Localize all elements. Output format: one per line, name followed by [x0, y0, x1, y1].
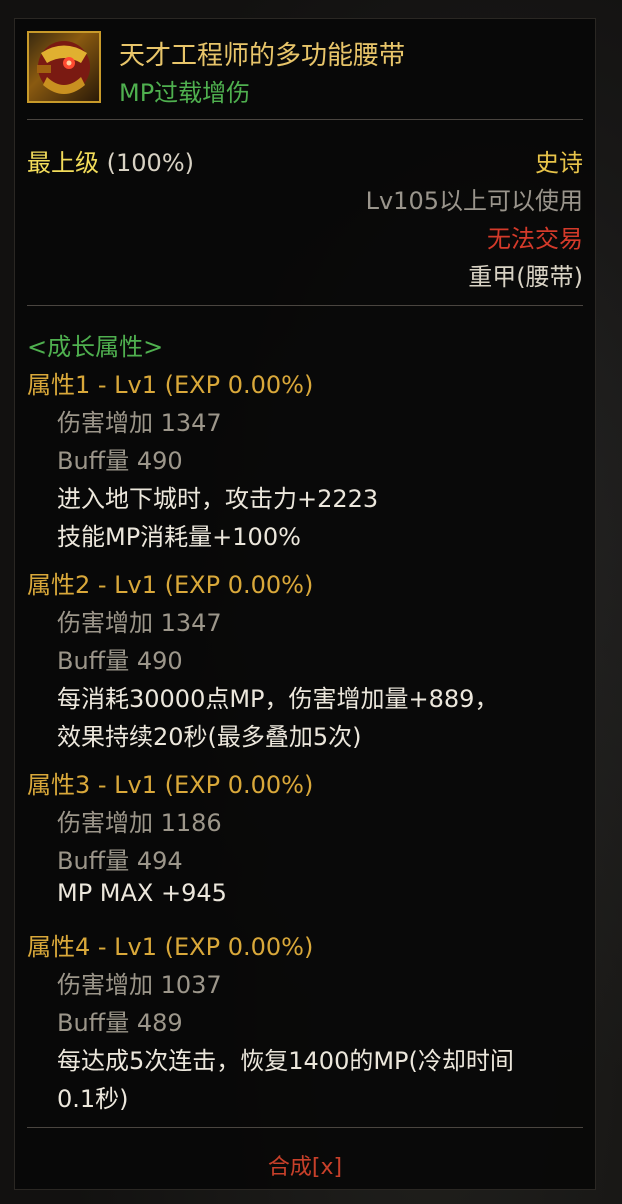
trade-restriction: 无法交易: [487, 225, 583, 253]
grade-percent: (100%): [106, 149, 194, 177]
attribute-3-damage: 伤害增加 1186: [57, 809, 222, 837]
attribute-4-damage: 伤害增加 1037: [57, 971, 222, 999]
attribute-2-header: 属性2 - Lv1 (EXP 0.00%): [27, 571, 314, 599]
attribute-1-header: 属性1 - Lv1 (EXP 0.00%): [27, 371, 314, 399]
item-tooltip: 天才工程师的多功能腰带 MP过载增伤 最上级 (100%) 史诗 Lv105以上…: [14, 18, 596, 1190]
attribute-1-buff: Buff量 490: [57, 447, 183, 475]
attribute-3-buff: Buff量 494: [57, 847, 183, 875]
item-header: 天才工程师的多功能腰带 MP过载增伤: [27, 31, 583, 121]
belt-icon: [27, 31, 101, 103]
attribute-2-buff: Buff量 490: [57, 647, 183, 675]
level-requirement: Lv105以上可以使用: [365, 187, 583, 215]
info-divider: [27, 305, 583, 306]
attribute-3-effect-1: MP MAX +945: [57, 879, 227, 907]
attribute-3-header: 属性3 - Lv1 (EXP 0.00%): [27, 771, 314, 799]
header-divider: [27, 119, 583, 120]
grade-label: 最上级: [27, 149, 99, 177]
attribute-2-damage: 伤害增加 1347: [57, 609, 222, 637]
attribute-1-effect-1: 进入地下城时，攻击力+2223: [57, 485, 379, 513]
footer-divider: [27, 1127, 583, 1128]
compose-button[interactable]: 合成[x]: [15, 1149, 595, 1181]
equipment-slot: 重甲(腰带): [468, 263, 583, 291]
rarity-label: 史诗: [535, 149, 583, 177]
growth-section-title: <成长属性>: [27, 333, 164, 361]
attribute-1-effect-2: 技能MP消耗量+100%: [57, 523, 301, 551]
attribute-4-effect-2: 0.1秒): [57, 1085, 129, 1113]
attribute-4-header: 属性4 - Lv1 (EXP 0.00%): [27, 933, 314, 961]
item-subtitle: MP过载增伤: [119, 79, 251, 107]
attribute-2-effect-2: 效果持续20秒(最多叠加5次): [57, 723, 362, 751]
grade-row: 最上级 (100%): [27, 143, 194, 178]
attribute-2-effect-1: 每消耗30000点MP，伤害增加量+889，: [57, 685, 499, 713]
attribute-4-buff: Buff量 489: [57, 1009, 183, 1037]
attribute-4-effect-1: 每达成5次连击，恢复1400的MP(冷却时间: [57, 1047, 514, 1075]
attribute-1-damage: 伤害增加 1347: [57, 409, 222, 437]
item-name: 天才工程师的多功能腰带: [119, 41, 406, 71]
